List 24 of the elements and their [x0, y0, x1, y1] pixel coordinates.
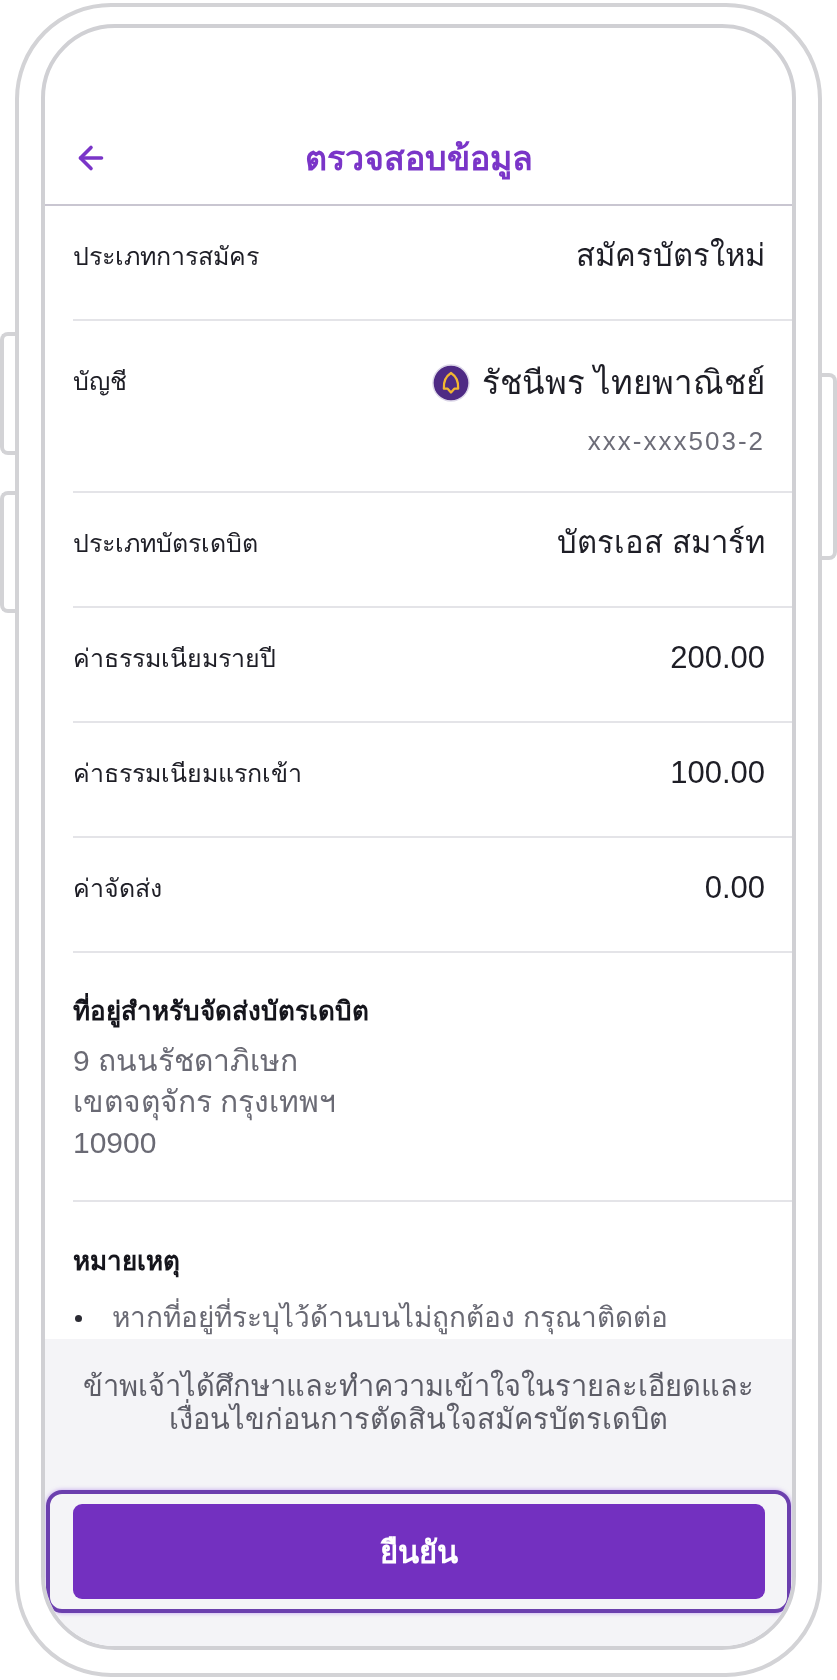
- address-line: 10900: [73, 1125, 158, 1161]
- emblem-icon: [431, 364, 470, 402]
- account-number: xxx-xxx503-2: [587, 425, 765, 458]
- field-value: 200.00: [670, 640, 765, 676]
- field-value: 0.00: [704, 870, 765, 906]
- field-label: ประเภทบัตรเดบิต: [73, 528, 258, 559]
- field-label: ค่าธรรมเนียมรายปี: [73, 643, 276, 674]
- field-label: ประเภทการสมัคร: [73, 241, 259, 272]
- note-text: หากที่อยู่ที่ระบุไว้ด้านบนไม่ถูกต้อง กรุณาติดต่อ: [112, 1298, 668, 1338]
- address-line: 9 ถนนรัชดาภิเษก: [73, 1043, 300, 1079]
- address-line: เขตจตุจักร กรุงเทพฯ: [73, 1081, 765, 1122]
- account-name: รัชนีพร ไทยพาณิชย์: [481, 365, 765, 401]
- bullet-icon: [75, 1314, 82, 1322]
- consent-text: ข้าพเจ้าได้ศึกษาและทำความเข้าใจในรายละเอียดและเงื่อนไขก่อนการตัดสินใจสมัครบัตรเดบิต: [82, 1370, 755, 1436]
- field-label: ค่าจัดส่ง: [73, 873, 162, 904]
- field-value: 100.00: [670, 755, 765, 791]
- section-title: ที่อยู่สำหรับจัดส่งบัตรเดบิต: [73, 993, 765, 1029]
- field-label: ค่าธรรมเนียมแรกเข้า: [73, 758, 302, 789]
- field-value: บัตรเอส สมาร์ท: [557, 525, 765, 561]
- field-label: บัญชี: [73, 366, 127, 398]
- section-title: หมายเหตุ: [73, 1245, 181, 1279]
- confirm-button[interactable]: ยืนยัน: [73, 1504, 765, 1599]
- field-value: สมัครบัตรใหม่: [576, 238, 765, 274]
- page-title: ตรวจสอบข้อมูล: [304, 136, 533, 180]
